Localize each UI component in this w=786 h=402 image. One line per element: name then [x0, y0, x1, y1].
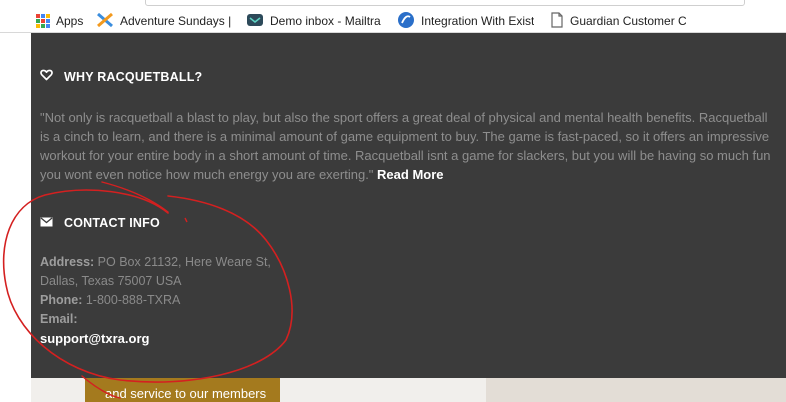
page-icon [550, 11, 564, 31]
mailtrap-icon [246, 12, 264, 31]
gold-banner-text: and service to our members [105, 386, 267, 401]
heading-text: CONTACT INFO [64, 216, 160, 230]
bookmark-apps[interactable]: Apps [36, 11, 83, 31]
contact-info-heading: CONTACT INFO [40, 216, 160, 230]
address-bar[interactable] [145, 0, 745, 6]
address-value-line2: Dallas, Texas 75007 USA [40, 274, 182, 288]
contact-phone: Phone: 1-800-888-TXRA [40, 293, 180, 307]
phone-label: Phone: [40, 293, 83, 307]
integration-logo-icon [397, 11, 415, 31]
bookmark-label: Guardian Customer C [570, 14, 686, 28]
envelope-icon [40, 216, 53, 230]
phone-value: 1-800-888-TXRA [85, 293, 181, 307]
heading-text: WHY RACQUETBALL? [64, 69, 203, 84]
bookmarks-bar: Apps Adventure Sundays | Demo inbox - Ma… [0, 0, 786, 33]
adventure-logo-icon [96, 12, 114, 31]
contact-address-line2: Dallas, Texas 75007 USA [40, 274, 182, 288]
bookmark-label: Demo inbox - Mailtra [270, 14, 381, 28]
contact-email-label-row: Email: [40, 312, 78, 326]
why-racquetball-text: "Not only is racquetball a blast to play… [40, 108, 780, 184]
email-label: Email: [40, 312, 78, 326]
bookmark-label: Apps [56, 14, 84, 28]
hero-image-edge [486, 378, 786, 402]
bookmark-integration[interactable]: Integration With Exist [397, 11, 537, 31]
bookmark-guardian[interactable]: Guardian Customer C [550, 11, 686, 31]
bookmark-adventure-sundays[interactable]: Adventure Sundays | [96, 11, 234, 31]
apps-grid-icon [36, 14, 50, 28]
why-racquetball-heading: WHY RACQUETBALL? [40, 69, 202, 84]
heart-icon [40, 69, 53, 84]
bookmark-label: Adventure Sundays | [120, 14, 232, 28]
footer-info-section: WHY RACQUETBALL? "Not only is racquetbal… [31, 33, 786, 378]
bookmark-label: Integration With Exist [421, 14, 535, 28]
address-label: Address: [40, 255, 95, 269]
contact-address-line1: Address: PO Box 21132, Here Weare St, [40, 255, 271, 269]
read-more-link[interactable]: Read More [377, 167, 443, 182]
email-link[interactable]: support@txra.org [40, 331, 149, 346]
content-below: and service to our members [31, 378, 786, 402]
address-value: PO Box 21132, Here Weare St, [97, 255, 271, 269]
gold-banner: and service to our members [85, 378, 280, 402]
bookmark-demo-inbox[interactable]: Demo inbox - Mailtra [246, 11, 386, 31]
